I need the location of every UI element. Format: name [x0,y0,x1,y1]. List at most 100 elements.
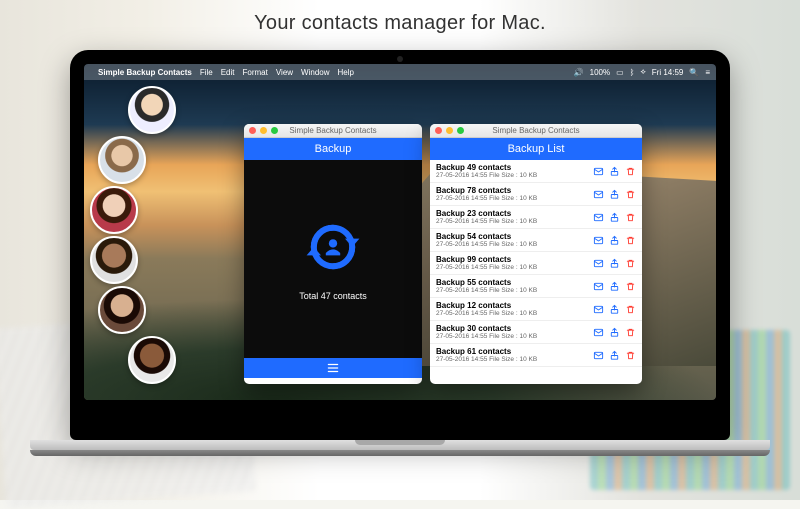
share-button[interactable] [608,349,620,361]
row-subtitle: 27-05-2016 14:55 File Size : 10 KB [436,310,588,317]
share-button[interactable] [608,257,620,269]
backup-footer-button[interactable] [244,358,422,378]
delete-button[interactable] [624,303,636,315]
mail-button[interactable] [592,257,604,269]
mail-icon [593,212,604,223]
row-subtitle: 27-05-2016 14:55 File Size : 10 KB [436,218,588,225]
delete-button[interactable] [624,280,636,292]
mail-icon [593,350,604,361]
backup-list[interactable]: Backup 49 contacts 27-05-2016 14:55 File … [430,160,642,378]
backup-list-row[interactable]: Backup 49 contacts27-05-2016 14:55 File … [430,160,642,183]
menu-edit[interactable]: Edit [221,68,235,77]
mail-icon [593,235,604,246]
row-subtitle: 27-05-2016 14:55 File Size : 10 KB [436,287,588,294]
backup-list-row[interactable]: Backup 61 contacts27-05-2016 14:55 File … [430,344,642,367]
row-title: Backup 61 contacts [436,347,588,356]
mail-icon [593,304,604,315]
trash-icon [625,189,636,200]
avatar [98,136,146,184]
backup-body: Total 47 contacts [244,160,422,358]
mail-button[interactable] [592,165,604,177]
delete-button[interactable] [624,349,636,361]
menu-format[interactable]: Format [243,68,268,77]
mail-button[interactable] [592,188,604,200]
battery-text: 100% [590,68,610,77]
sync-button[interactable] [303,217,363,277]
share-icon [609,189,620,200]
delete-button[interactable] [624,188,636,200]
delete-button[interactable] [624,234,636,246]
delete-button[interactable] [624,257,636,269]
share-icon [609,235,620,246]
trash-icon [625,212,636,223]
menubar-app-title[interactable]: Simple Backup Contacts [98,68,192,77]
window-title: Simple Backup Contacts [430,126,642,135]
battery-icon[interactable]: ▭ [616,68,624,77]
clock-text: Fri 14:59 [652,68,684,77]
mail-button[interactable] [592,280,604,292]
delete-button[interactable] [624,165,636,177]
avatar [128,336,176,384]
trash-icon [625,327,636,338]
mail-icon [593,166,604,177]
window-titlebar[interactable]: Simple Backup Contacts [244,124,422,138]
share-button[interactable] [608,303,620,315]
delete-button[interactable] [624,326,636,338]
backup-list-row[interactable]: Backup 55 contacts27-05-2016 14:55 File … [430,275,642,298]
mail-button[interactable] [592,211,604,223]
spotlight-icon[interactable]: 🔍 [689,68,699,77]
menu-window[interactable]: Window [301,68,329,77]
share-button[interactable] [608,165,620,177]
backup-list-row[interactable]: Backup 78 contacts27-05-2016 14:55 File … [430,183,642,206]
backup-list-window[interactable]: Simple Backup Contacts Backup List Backu… [430,124,642,384]
menu-file[interactable]: File [200,68,213,77]
backup-header: Backup [244,138,422,160]
backup-list-row[interactable]: Backup 12 contacts27-05-2016 14:55 File … [430,298,642,321]
mail-button[interactable] [592,349,604,361]
row-title: Backup 55 contacts [436,278,588,287]
trash-icon [625,235,636,246]
backup-list-row[interactable]: Backup 23 contacts27-05-2016 14:55 File … [430,206,642,229]
screen-bezel: Simple Backup Contacts File Edit Format … [70,50,730,440]
row-title: Backup 78 contacts [436,186,588,195]
share-button[interactable] [608,234,620,246]
trash-icon [625,281,636,292]
share-button[interactable] [608,188,620,200]
row-subtitle: 27-05-2016 14:55 File Size : 10 KB [436,195,588,202]
share-button[interactable] [608,326,620,338]
list-header: Backup List [430,138,642,160]
backup-window[interactable]: Simple Backup Contacts Backup Total 47 c… [244,124,422,384]
avatar [90,236,138,284]
menu-extra-icon[interactable]: ≡ [705,68,710,77]
window-titlebar[interactable]: Simple Backup Contacts [430,124,642,138]
avatar [98,286,146,334]
share-icon [609,166,620,177]
mail-icon [593,189,604,200]
avatar [90,186,138,234]
mail-button[interactable] [592,234,604,246]
bluetooth-icon[interactable]: ᛒ [630,68,635,77]
row-title: Backup 12 contacts [436,301,588,310]
trash-icon [625,166,636,177]
row-title: Backup 49 contacts [436,163,588,172]
mail-icon [593,258,604,269]
trash-icon [625,258,636,269]
share-button[interactable] [608,280,620,292]
mac-menubar: Simple Backup Contacts File Edit Format … [84,64,716,80]
trash-icon [625,350,636,361]
backup-list-row[interactable]: Backup 30 contacts27-05-2016 14:55 File … [430,321,642,344]
tagline-text: Your contacts manager for Mac. [0,12,800,35]
laptop-base [30,440,770,450]
share-icon [609,304,620,315]
menu-view[interactable]: View [276,68,293,77]
menu-help[interactable]: Help [338,68,354,77]
mail-button[interactable] [592,303,604,315]
total-contacts-text: Total 47 contacts [299,291,367,301]
backup-list-row[interactable]: Backup 54 contacts27-05-2016 14:55 File … [430,229,642,252]
delete-button[interactable] [624,211,636,223]
mail-button[interactable] [592,326,604,338]
backup-list-row[interactable]: Backup 99 contacts27-05-2016 14:55 File … [430,252,642,275]
share-button[interactable] [608,211,620,223]
wifi-icon[interactable]: ⟡ [640,67,645,77]
volume-icon[interactable]: 🔊 [574,68,584,77]
